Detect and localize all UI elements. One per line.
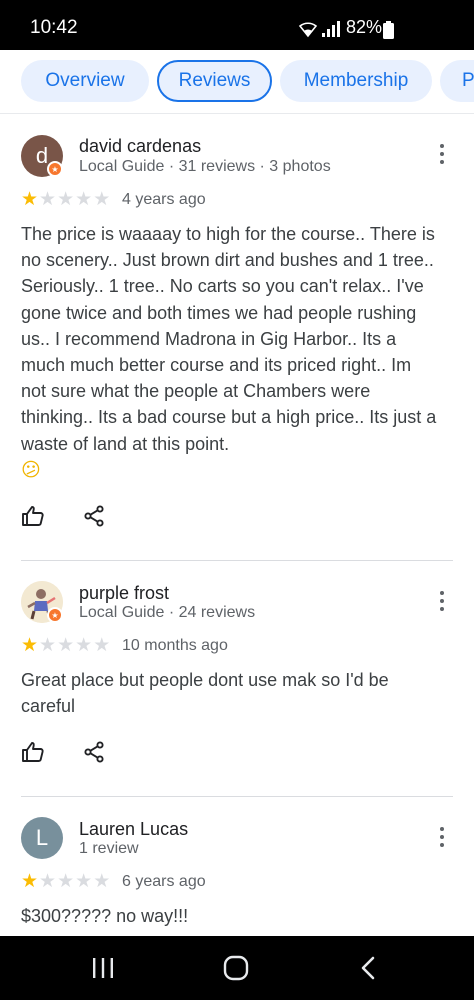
star-empty-icon: ★ — [75, 189, 93, 210]
reviewer-name[interactable]: Lauren Lucas — [79, 819, 188, 840]
star-rating: ★ ★ ★ ★ ★ — [21, 872, 110, 891]
star-empty-icon: ★ — [93, 871, 111, 892]
review-time: 10 months ago — [122, 637, 228, 654]
recent-apps-icon[interactable] — [91, 957, 115, 979]
tab-membership[interactable]: Membership — [280, 60, 432, 102]
divider — [21, 560, 453, 561]
share-icon[interactable] — [82, 504, 106, 528]
review-time: 6 years ago — [122, 873, 206, 890]
avatar-letter: d — [35, 143, 49, 168]
star-empty-icon: ★ — [75, 871, 93, 892]
review-text: $300????? no way!!! — [21, 906, 189, 926]
system-nav-bar — [0, 936, 474, 1000]
star-rating: ★ ★ ★ ★ ★ — [21, 636, 110, 655]
divider — [21, 796, 453, 797]
avatar-letter: L — [35, 825, 49, 850]
confused-face-emoji: 😕 — [21, 458, 41, 481]
star-empty-icon: ★ — [75, 635, 93, 656]
battery-percent: 82% — [345, 17, 382, 37]
local-guide-badge-icon: ★ — [47, 161, 63, 177]
star-empty-icon: ★ — [57, 189, 75, 210]
home-icon[interactable] — [223, 955, 249, 981]
reviewer-meta: Local Guide · 31 reviews · 3 photos — [79, 158, 331, 175]
avatar[interactable]: L — [21, 817, 63, 859]
star-filled-icon: ★ — [21, 871, 39, 892]
star-empty-icon: ★ — [93, 635, 111, 656]
more-options-icon[interactable] — [433, 142, 451, 166]
more-options-icon[interactable] — [433, 825, 451, 849]
star-empty-icon: ★ — [39, 635, 57, 656]
star-filled-icon: ★ — [21, 189, 39, 210]
thumbs-up-icon[interactable] — [21, 740, 45, 764]
tab-overview[interactable]: Overview — [21, 60, 149, 102]
more-options-icon[interactable] — [433, 589, 451, 613]
review-text: Great place but people dont use mak so I… — [21, 670, 389, 717]
status-bar: 10:42 82% — [0, 0, 474, 50]
battery-icon — [383, 21, 394, 39]
status-time: 10:42 — [30, 17, 78, 38]
wifi-icon — [298, 22, 318, 38]
review-card: d ★ david cardenas Local Guide · 31 revi… — [0, 114, 474, 562]
star-empty-icon: ★ — [93, 189, 111, 210]
tab-reviews[interactable]: Reviews — [157, 60, 272, 102]
star-empty-icon: ★ — [39, 871, 57, 892]
reviewer-name[interactable]: purple frost — [79, 583, 169, 604]
review-body: The price is waaaay to high for the cour… — [21, 224, 437, 454]
review-card: ★ purple frost Local Guide · 24 reviews … — [0, 562, 474, 798]
review-time: 4 years ago — [122, 191, 206, 208]
review-card: L Lauren Lucas 1 review ★ ★ ★ ★ ★ 6 year… — [0, 798, 474, 936]
local-guide-badge-icon: ★ — [47, 607, 63, 623]
signal-icon — [322, 21, 340, 37]
share-icon[interactable] — [82, 740, 106, 764]
tab-partial[interactable]: P — [440, 60, 474, 102]
back-icon[interactable] — [359, 956, 377, 980]
reviewer-meta: Local Guide · 24 reviews — [79, 604, 256, 621]
star-rating: ★ ★ ★ ★ ★ — [21, 190, 110, 209]
star-empty-icon: ★ — [39, 189, 57, 210]
reviewer-meta: 1 review — [79, 840, 139, 857]
review-text: The price is waaaay to high for the cour… — [21, 221, 441, 483]
tabs-bar: Overview Reviews Membership P — [0, 50, 474, 114]
star-filled-icon: ★ — [21, 635, 39, 656]
star-empty-icon: ★ — [57, 635, 75, 656]
reviewer-name[interactable]: david cardenas — [79, 136, 201, 157]
thumbs-up-icon[interactable] — [21, 504, 45, 528]
star-empty-icon: ★ — [57, 871, 75, 892]
